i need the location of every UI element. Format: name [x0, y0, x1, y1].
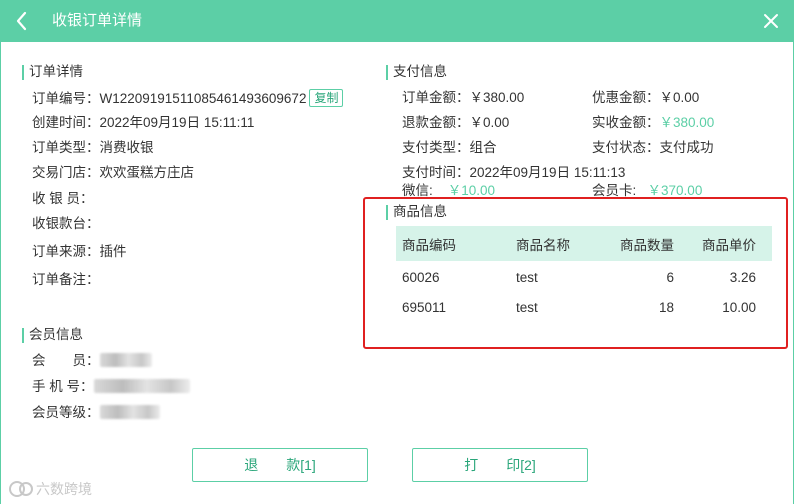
cashier-row: 收 银 员：: [32, 190, 94, 208]
section-marker: [22, 64, 24, 80]
watermark-text: 六数跨境: [36, 481, 92, 497]
pay-type-row: 支付类型：组合: [402, 139, 497, 157]
received-row: 实收金额：￥380.00: [592, 114, 714, 132]
received-value: ￥380.00: [659, 115, 715, 130]
member-level-label: 会员等级：: [32, 405, 100, 420]
order-section-header: 订单详情: [22, 64, 83, 80]
order-source-row: 订单来源：插件: [32, 243, 127, 261]
order-amount-value: ￥380.00: [469, 90, 525, 105]
member-name-redacted: [99, 353, 152, 367]
member-card-row: 会员卡: ￥370.00: [592, 182, 702, 198]
order-number-row: 订单编号：W1220919151108546149360967​2 复制: [32, 89, 344, 108]
order-source-value: 插件: [99, 244, 127, 259]
cashier-label: 收 银 员：: [32, 191, 94, 206]
order-section-title: 订单详情: [29, 64, 83, 79]
member-card-label: 会员卡:: [592, 183, 637, 198]
window-border-left: [0, 42, 1, 504]
title-bar: 收银订单详情: [0, 0, 794, 42]
wechat-row: 微信: ￥10.00: [402, 182, 495, 198]
window-title: 收银订单详情: [52, 12, 143, 29]
counter-row: 收银款台：: [32, 215, 100, 233]
order-number-value: W1220919151108546149360967​2: [99, 91, 307, 106]
member-section-title: 会员信息: [29, 327, 83, 342]
pay-time-label: 支付时间：: [402, 165, 470, 180]
member-name-label: 会 员：: [32, 353, 100, 368]
order-note-label: 订单备注：: [32, 272, 100, 287]
pay-status-row: 支付状态：支付成功: [592, 139, 714, 157]
col-header-code: 商品编码: [402, 237, 456, 253]
member-section-header: 会员信息: [22, 327, 83, 343]
created-time-label: 创建时间：: [32, 115, 100, 130]
member-level-redacted: [99, 405, 160, 419]
created-time-value: 2022年09月19日 15:11:11: [99, 115, 255, 130]
brand-logo-icon: [9, 481, 33, 497]
payment-section-title: 支付信息: [393, 64, 447, 79]
cell-price: 3.26: [729, 269, 756, 285]
table-row[interactable]: 695011 test 18 10.00: [396, 292, 772, 322]
section-marker: [386, 64, 388, 80]
close-icon[interactable]: [760, 10, 782, 32]
refund-amount-label: 退款金额：: [402, 115, 470, 130]
member-phone-row: 手 机 号：: [32, 378, 190, 396]
payment-breakdown-clip: 微信: ￥10.00 会员卡: ￥370.00: [402, 180, 762, 198]
pay-time-value: 2022年09月19日 15:11:13: [469, 165, 626, 180]
order-number-label: 订单编号：: [32, 91, 100, 106]
pay-status-value: 支付成功: [659, 140, 714, 155]
order-type-label: 订单类型：: [32, 140, 100, 155]
refund-button[interactable]: 退 款[1]: [192, 448, 368, 482]
goods-section-title: 商品信息: [393, 204, 447, 219]
order-type-row: 订单类型：消费收银: [32, 139, 154, 157]
col-header-price: 商品单价: [702, 237, 756, 253]
cell-name: test: [516, 269, 538, 285]
discount-label: 优惠金额：: [592, 90, 660, 105]
discount-row: 优惠金额：￥0.00: [592, 89, 699, 107]
order-amount-row: 订单金额：￥380.00: [402, 89, 524, 107]
goods-table-header: 商品编码 商品名称 商品数量 商品单价: [396, 226, 772, 261]
col-header-name: 商品名称: [516, 237, 570, 253]
order-type-value: 消费收银: [99, 140, 154, 155]
pay-type-value: 组合: [469, 140, 497, 155]
store-label: 交易门店：: [32, 165, 100, 180]
cell-price: 10.00: [722, 299, 756, 315]
print-button[interactable]: 打 印[2]: [412, 448, 588, 482]
cell-qty: 18: [658, 299, 674, 315]
member-card-value: ￥370.00: [647, 183, 703, 198]
pay-status-label: 支付状态：: [592, 140, 660, 155]
chevron-left-icon[interactable]: [10, 9, 34, 33]
section-marker: [22, 327, 24, 343]
goods-table: 商品编码 商品名称 商品数量 商品单价 60026 test 6 3.26 69…: [396, 226, 772, 322]
section-marker: [386, 204, 388, 220]
member-level-row: 会员等级：: [32, 404, 160, 422]
refund-amount-value: ￥0.00: [469, 115, 510, 130]
received-label: 实收金额：: [592, 115, 660, 130]
discount-value: ￥0.00: [659, 90, 700, 105]
member-name-row: 会 员：: [32, 352, 152, 370]
order-note-row: 订单备注：: [32, 271, 100, 289]
watermark: 六数跨境: [8, 478, 92, 500]
created-time-row: 创建时间：2022年09月19日 15:11:11: [32, 114, 254, 132]
cell-code: 60026: [402, 269, 440, 285]
payment-section-header: 支付信息: [386, 64, 447, 80]
table-row[interactable]: 60026 test 6 3.26: [396, 262, 772, 292]
pay-type-label: 支付类型：: [402, 140, 470, 155]
wechat-value: ￥10.00: [447, 183, 496, 198]
cell-code: 695011: [402, 299, 447, 315]
store-value: 欢欢蛋糕方庄店: [99, 165, 195, 180]
copy-button[interactable]: 复制: [309, 89, 344, 107]
goods-section-header: 商品信息: [386, 204, 447, 220]
wechat-label: 微信:: [402, 183, 433, 198]
order-amount-label: 订单金额：: [402, 90, 470, 105]
cell-qty: 6: [666, 269, 674, 285]
member-phone-redacted: [93, 379, 190, 393]
col-header-qty: 商品数量: [620, 237, 674, 253]
store-row: 交易门店：欢欢蛋糕方庄店: [32, 164, 194, 182]
order-source-label: 订单来源：: [32, 244, 100, 259]
cell-name: test: [516, 299, 538, 315]
refund-amount-row: 退款金额：￥0.00: [402, 114, 509, 132]
counter-label: 收银款台：: [32, 216, 100, 231]
member-phone-label: 手 机 号：: [32, 379, 94, 394]
